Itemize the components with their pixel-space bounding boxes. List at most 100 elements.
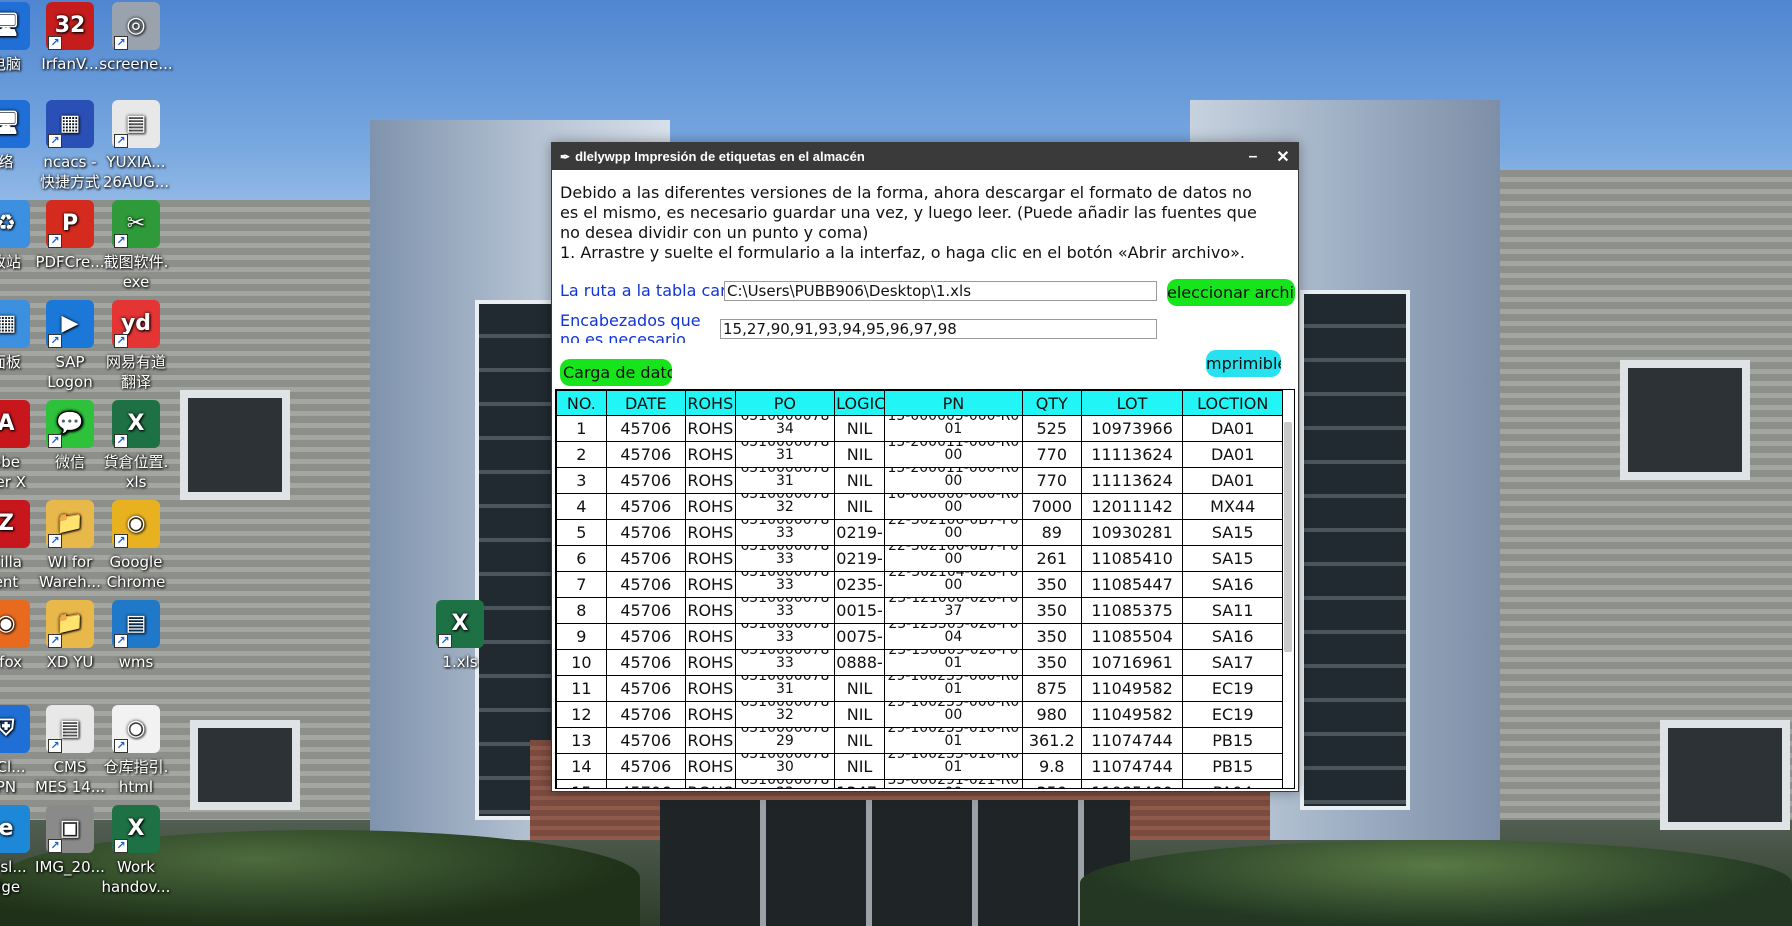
- desktop-icon[interactable]: ▤ ↗ wms: [90, 600, 182, 672]
- data-grid[interactable]: NO. DATE ROHS PO LOGIC PN QTY LOT LOCTION 1 45706…: [555, 389, 1295, 789]
- desktop-icon[interactable]: yd ↗ 网易有道 翻译: [90, 300, 182, 392]
- table-row[interactable]: 2 45706 ROHS 651000007831 NIL 15-200011-000-R…: [556, 441, 1283, 468]
- table-cell: 651000007832: [734, 493, 836, 520]
- load-data-button[interactable]: Carga de datos: [560, 359, 672, 386]
- window-titlebar[interactable]: ✒ dlelywpp Impresión de etiquetas en el …: [552, 143, 1298, 170]
- table-cell: 875: [1021, 675, 1082, 702]
- column-header[interactable]: LOGIC: [834, 390, 885, 416]
- instructions-text: Debido a las diferentes versiones de la …: [560, 183, 1260, 263]
- select-file-button[interactable]: eleccionar archiv: [1167, 279, 1295, 306]
- desktop-icon[interactable]: ◉ ↗ 仓库指引. html: [90, 705, 182, 797]
- excluded-headers-input[interactable]: [720, 319, 1157, 339]
- table-cell: 361.2: [1021, 727, 1082, 754]
- desktop-icon[interactable]: X ↗ Work handov...: [90, 805, 182, 897]
- table-cell: 45706: [605, 727, 686, 754]
- table-cell: 350: [1021, 779, 1082, 788]
- table-row[interactable]: 9 45706 ROHS 651000007833 0075- 23-123509-020…: [556, 623, 1283, 650]
- desktop-icon[interactable]: ◎ ↗ screene...: [90, 2, 182, 74]
- table-cell: 651000007830: [734, 753, 836, 780]
- table-cell: 15-200011-000-R000: [883, 467, 1023, 494]
- table-cell: 10716961: [1080, 649, 1184, 676]
- column-header[interactable]: PO: [734, 390, 836, 416]
- table-cell: 45706: [605, 649, 686, 676]
- table-cell: 11049582: [1080, 675, 1184, 702]
- table-row[interactable]: 10 45706 ROHS 651000007833 0888- 23-136809-02…: [556, 649, 1283, 676]
- table-row[interactable]: 8 45706 ROHS 651000007833 0015- 23-121000-020…: [556, 597, 1283, 624]
- column-header[interactable]: PN: [883, 390, 1023, 416]
- app-icon: ▤ ↗: [46, 705, 94, 753]
- table-cell: ROHS: [684, 675, 736, 702]
- cell-text: 651000007832: [740, 701, 830, 722]
- desktop-icon[interactable]: ✂ ↗ 截图软件. exe: [90, 200, 182, 292]
- table-row[interactable]: 6 45706 ROHS 651000007833 0219- 22-302106-0B7…: [556, 545, 1283, 572]
- table-cell: 45706: [605, 675, 686, 702]
- shortcut-arrow-icon: ↗: [48, 36, 62, 50]
- table-cell: NIL: [834, 467, 885, 494]
- cell-text: 651000007831: [740, 675, 830, 696]
- table-cell: SA16: [1182, 623, 1283, 650]
- table-cell: PA04: [1182, 779, 1283, 788]
- table-cell: ROHS: [684, 415, 736, 442]
- desktop-icon[interactable]: ◉ ↗ Google Chrome: [90, 500, 182, 592]
- table-body: 1 45706 ROHS 651000007834 NIL 15-000005-000-R…: [556, 415, 1283, 788]
- table-row[interactable]: 11 45706 ROHS 651000007831 NIL 29-100239-000-…: [556, 675, 1283, 702]
- table-cell: 12: [556, 701, 607, 728]
- column-header[interactable]: ROHS: [684, 390, 736, 416]
- column-header[interactable]: LOCTION: [1182, 390, 1283, 416]
- app-icon: ◉↗: [112, 705, 160, 753]
- cell-text: 651000007831: [740, 467, 830, 488]
- app-icon: 32 ↗: [46, 2, 94, 50]
- table-cell: 770: [1021, 441, 1082, 468]
- table-cell: ROHS: [684, 545, 736, 572]
- table-row[interactable]: 1 45706 ROHS 651000007834 NIL 15-000005-000-R…: [556, 415, 1283, 442]
- close-button[interactable]: ✕: [1268, 147, 1298, 167]
- table-cell: 651000007831: [734, 675, 836, 702]
- table-cell: 15: [556, 779, 607, 788]
- cell-text: 22-302104-026-F000: [888, 571, 1019, 592]
- desktop-icon-label: 截图软件. exe: [103, 253, 169, 291]
- app-icon: P ↗: [46, 200, 94, 248]
- table-row[interactable]: 13 45706 ROHS 651000007829 NIL 29-100253-010-…: [556, 727, 1283, 754]
- table-cell: 3: [556, 467, 607, 494]
- table-cell: ROHS: [684, 701, 736, 728]
- desktop-icon[interactable]: ▤ ↗ YUXIA... 26AUG...: [90, 100, 182, 192]
- table-cell: DA01: [1182, 441, 1283, 468]
- table-row[interactable]: 5 45706 ROHS 651000007833 0219- 22-302106-0B7…: [556, 519, 1283, 546]
- table-cell: 29-100239-000-R001: [883, 675, 1023, 702]
- desktop-icon-label: Work handov...: [101, 858, 171, 896]
- file-path-label: La ruta a la tabla carga: [560, 281, 732, 300]
- minimize-button[interactable]: –: [1238, 148, 1268, 166]
- column-header[interactable]: LOT: [1080, 390, 1184, 416]
- table-cell: 6: [556, 545, 607, 572]
- shortcut-arrow-icon: ↗: [114, 839, 128, 853]
- table-cell: 0219-: [834, 519, 885, 546]
- print-button[interactable]: mprimible: [1206, 350, 1281, 377]
- table-cell: ROHS: [684, 467, 736, 494]
- table-row[interactable]: 14 45706 ROHS 651000007830 NIL 29-100253-010-…: [556, 753, 1283, 780]
- grid-vertical-scrollbar[interactable]: [1284, 422, 1292, 652]
- column-header[interactable]: QTY: [1021, 390, 1082, 416]
- shortcut-arrow-icon: ↗: [114, 634, 128, 648]
- table-row[interactable]: 4 45706 ROHS 651000007832 NIL 16-000000-000-R…: [556, 493, 1283, 520]
- table-cell: 45706: [605, 441, 686, 468]
- table-cell: 29-100253-010-R001: [883, 727, 1023, 754]
- desktop-icon[interactable]: X ↗ 1.xls: [414, 600, 506, 672]
- desktop-icon[interactable]: X ↗ 貨倉位置. xls: [90, 400, 182, 492]
- table-row[interactable]: 1545706ROHS 651000007833 1347-35-000291-02…: [556, 779, 1283, 788]
- table-row[interactable]: 12 45706 ROHS 651000007832 NIL 29-100239-000-…: [556, 701, 1283, 728]
- table-row[interactable]: 3 45706 ROHS 651000007831 NIL 15-200011-000-R…: [556, 467, 1283, 494]
- column-header[interactable]: NO.: [556, 390, 607, 416]
- file-path-input[interactable]: [724, 281, 1157, 301]
- cell-text: 23-123509-020-F004: [888, 623, 1019, 644]
- table-cell: 23-123509-020-F004: [883, 623, 1023, 650]
- column-header[interactable]: DATE: [605, 390, 686, 416]
- cell-text: 651000007830: [740, 753, 830, 774]
- table-cell: 651000007833: [734, 649, 836, 676]
- shortcut-arrow-icon: ↗: [114, 234, 128, 248]
- table-cell: 0888-: [834, 649, 885, 676]
- table-cell: ROHS: [684, 571, 736, 598]
- cell-text: 22-302106-0B7-F000: [887, 545, 1019, 566]
- table-cell: 261: [1021, 545, 1082, 572]
- cell-text: 651000007833: [740, 649, 830, 670]
- table-row[interactable]: 7 45706 ROHS 651000007833 0235- 22-302104-026…: [556, 571, 1283, 598]
